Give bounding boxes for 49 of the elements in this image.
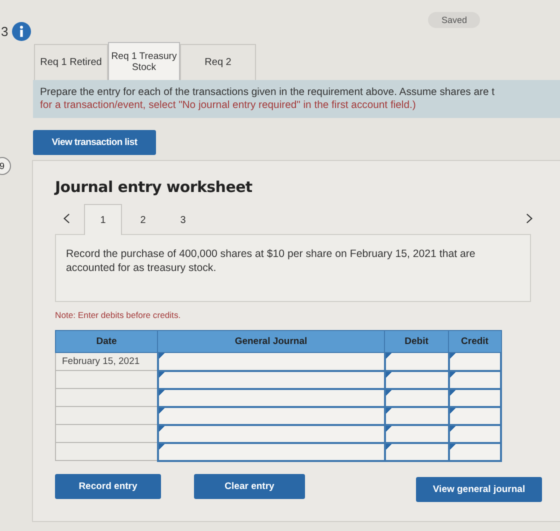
date-cell[interactable] [56, 388, 158, 406]
input-field[interactable] [158, 372, 384, 388]
worksheet-title: Journal entry worksheet [55, 178, 254, 196]
column-header: Debit [384, 330, 448, 352]
step-tab[interactable]: 1 [84, 204, 122, 235]
input-field[interactable] [158, 390, 384, 406]
action-button[interactable]: Record entry [55, 474, 161, 498]
input-field[interactable] [158, 444, 384, 460]
step-tab[interactable]: 3 [164, 204, 202, 235]
next-icon[interactable] [526, 213, 533, 224]
saved-status: Saved [428, 12, 480, 28]
input-field[interactable] [450, 390, 500, 406]
input-field[interactable] [450, 408, 500, 424]
action-button[interactable]: Clear entry [194, 474, 305, 498]
instruction-text: for a transaction/event, select "No journal entry required" in the first account field.) [40, 99, 417, 112]
tab[interactable]: Req 1 Treasury Stock [108, 42, 180, 80]
input-field[interactable] [450, 372, 500, 388]
input-field[interactable] [450, 353, 500, 370]
action-button[interactable]: View general journal [416, 476, 542, 502]
description-text: Record the purchase of 400,000 shares at $10 per share on February 15, 2021 that are accounted for as treasury stock. [66, 247, 476, 275]
view-transaction-list-button[interactable]: View transaction list [33, 130, 156, 155]
info-icon[interactable] [12, 22, 32, 40]
date-cell[interactable] [56, 442, 158, 460]
date-cell[interactable]: February 15, 2021 [56, 352, 158, 370]
input-field[interactable] [158, 408, 384, 424]
input-field[interactable] [450, 444, 500, 460]
input-field[interactable] [386, 353, 448, 370]
input-field[interactable] [386, 426, 448, 442]
input-field[interactable] [450, 426, 500, 442]
input-field[interactable] [158, 353, 384, 370]
input-field[interactable] [386, 372, 448, 388]
date-cell[interactable] [56, 424, 158, 442]
column-header: General Journal [158, 330, 384, 352]
input-field[interactable] [386, 390, 448, 406]
column-header: Date [56, 330, 158, 352]
date-cell[interactable] [56, 370, 158, 388]
tab[interactable]: Req 1 Retired [34, 44, 108, 80]
tab[interactable]: Req 2 [180, 44, 256, 80]
input-field[interactable] [386, 444, 448, 460]
question-number: 3 [1, 24, 8, 38]
previous-icon[interactable] [63, 213, 70, 224]
note-text: Note: Enter debits before credits. [55, 310, 182, 320]
date-cell[interactable] [56, 406, 158, 424]
input-field[interactable] [386, 408, 448, 424]
step-badge: 9 [0, 157, 11, 175]
instruction-text: Prepare the entry for each of the transactions given in the requirement above. Assume shares are t [40, 86, 496, 99]
input-field[interactable] [158, 426, 384, 442]
step-tab[interactable]: 2 [124, 204, 162, 235]
column-header: Credit [448, 330, 501, 352]
